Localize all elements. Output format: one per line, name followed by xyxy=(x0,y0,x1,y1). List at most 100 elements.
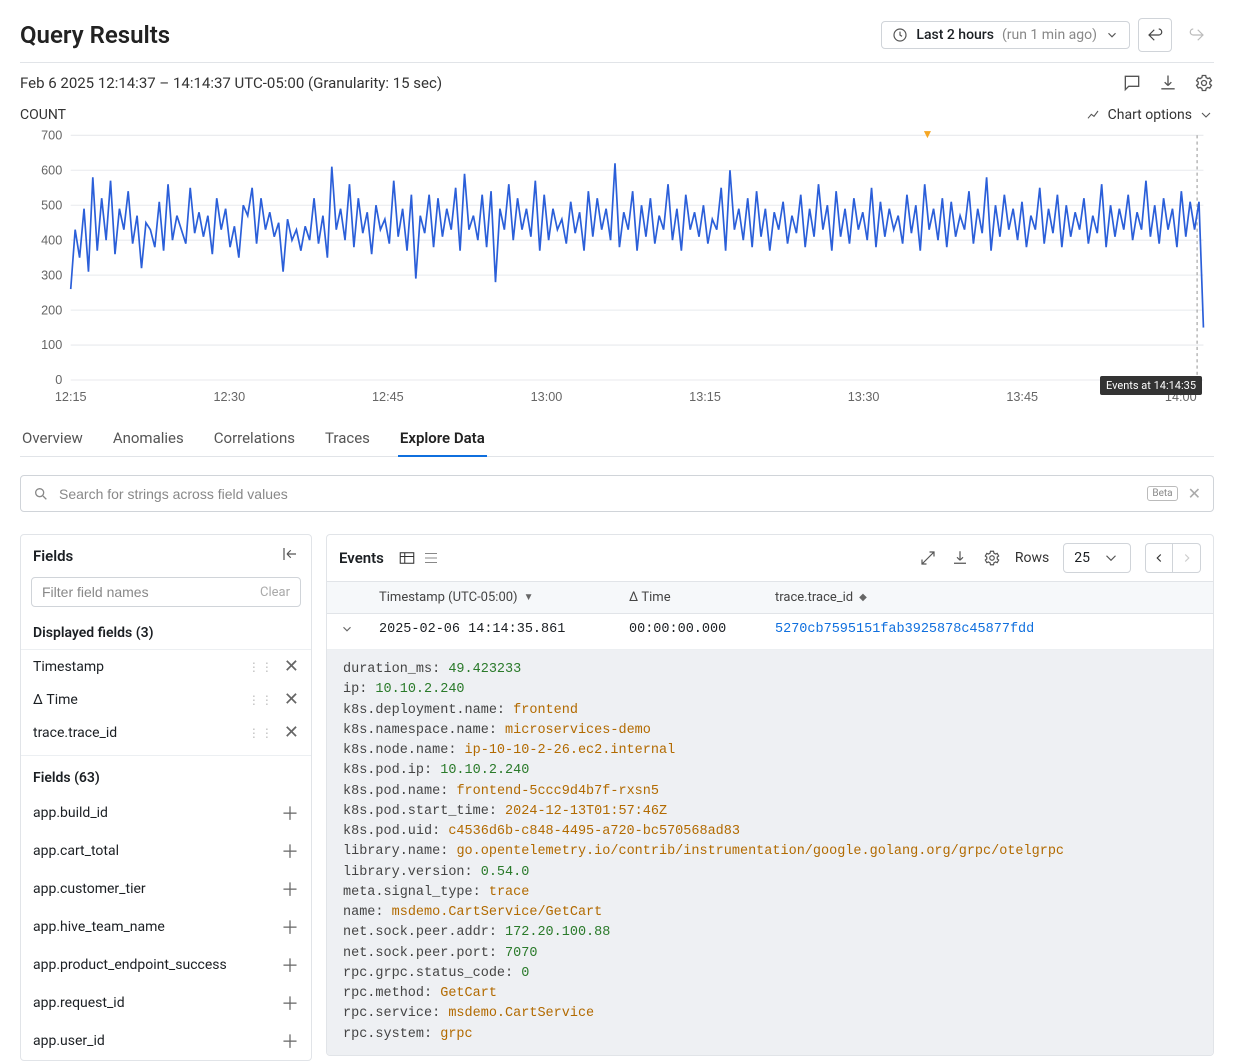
gear-icon[interactable] xyxy=(983,549,1001,567)
remove-field-button[interactable]: ✕ xyxy=(284,689,299,710)
fields-panel: Fields Clear Displayed fields (3) Timest… xyxy=(20,534,312,1061)
svg-text:12:15: 12:15 xyxy=(55,390,87,404)
remove-field-button[interactable]: ✕ xyxy=(284,722,299,743)
svg-text:13:15: 13:15 xyxy=(689,390,721,404)
tab-explore-data[interactable]: Explore Data xyxy=(398,421,487,457)
expand-icon[interactable] xyxy=(919,549,937,567)
field-row[interactable]: app.customer_tier ＋ xyxy=(21,870,311,908)
field-name: app.hive_team_name xyxy=(33,919,165,935)
remove-field-button[interactable]: ✕ xyxy=(284,656,299,677)
time-range-sub: (run 1 min ago) xyxy=(1002,27,1097,43)
chart-options-button[interactable]: Chart options xyxy=(1086,107,1214,123)
col-trace-id[interactable]: trace.trace_id ◆ xyxy=(763,582,1213,613)
field-name: trace.trace_id xyxy=(33,725,117,741)
field-row[interactable]: app.build_id ＋ xyxy=(21,794,311,832)
tab-anomalies[interactable]: Anomalies xyxy=(111,421,186,456)
field-filter-input-wrap[interactable]: Clear xyxy=(31,577,301,607)
close-icon[interactable]: ✕ xyxy=(1188,484,1201,503)
tab-traces[interactable]: Traces xyxy=(323,421,372,456)
fields-title: Fields xyxy=(33,547,73,565)
field-name: app.product_endpoint_success xyxy=(33,957,227,973)
displayed-field-row[interactable]: Timestamp ⋮⋮ ✕ xyxy=(21,650,311,683)
field-row[interactable]: app.request_id ＋ xyxy=(21,984,311,1022)
add-field-button[interactable]: ＋ xyxy=(281,1028,299,1054)
list-view-icon[interactable] xyxy=(422,549,440,567)
svg-text:13:00: 13:00 xyxy=(531,390,563,404)
add-field-button[interactable]: ＋ xyxy=(281,914,299,940)
col-delta-time[interactable]: Δ Time xyxy=(617,582,763,613)
svg-text:400: 400 xyxy=(41,233,62,247)
field-row[interactable]: app.product_endpoint_success ＋ xyxy=(21,946,311,984)
comment-icon[interactable] xyxy=(1122,73,1142,93)
chevron-down-icon xyxy=(1198,107,1214,123)
tab-correlations[interactable]: Correlations xyxy=(212,421,297,456)
beta-badge: Beta xyxy=(1147,486,1177,501)
result-tabs: Overview Anomalies Correlations Traces Explo… xyxy=(20,421,1214,457)
chevron-down-icon xyxy=(1105,28,1119,42)
divider xyxy=(20,62,1214,63)
field-filter-input[interactable] xyxy=(42,584,260,600)
svg-text:12:30: 12:30 xyxy=(213,390,245,404)
arrow-right-icon xyxy=(1188,26,1206,44)
download-icon[interactable] xyxy=(951,549,969,567)
rows-select[interactable]: 25 xyxy=(1063,543,1131,573)
add-field-button[interactable]: ＋ xyxy=(281,990,299,1016)
add-field-button[interactable]: ＋ xyxy=(281,838,299,864)
field-search-input[interactable] xyxy=(59,486,1137,502)
field-row[interactable]: app.user_id ＋ xyxy=(21,1022,311,1060)
page-title: Query Results xyxy=(20,21,170,49)
field-name: app.request_id xyxy=(33,995,125,1011)
chart-title: COUNT xyxy=(20,107,66,123)
event-timestamp: 2025-02-06 14:14:35.861 xyxy=(367,614,617,649)
add-field-button[interactable]: ＋ xyxy=(281,952,299,978)
next-page-button[interactable] xyxy=(1173,543,1201,573)
svg-text:700: 700 xyxy=(41,129,62,143)
chart-tooltip: Events at 14:14:35 xyxy=(1100,376,1202,395)
drag-handle-icon[interactable]: ⋮⋮ xyxy=(248,726,274,740)
chevron-left-icon xyxy=(1152,551,1166,565)
event-row[interactable]: 2025-02-06 14:14:35.861 00:00:00.000 527… xyxy=(327,614,1213,650)
time-range-label: Last 2 hours xyxy=(916,27,994,43)
svg-text:0: 0 xyxy=(55,373,62,387)
svg-text:200: 200 xyxy=(41,303,62,317)
add-field-button[interactable]: ＋ xyxy=(281,876,299,902)
displayed-field-row[interactable]: trace.trace_id ⋮⋮ ✕ xyxy=(21,716,311,749)
gear-icon[interactable] xyxy=(1194,73,1214,93)
event-delta: 00:00:00.000 xyxy=(617,614,763,649)
field-filter-clear[interactable]: Clear xyxy=(260,585,290,600)
tab-overview[interactable]: Overview xyxy=(20,421,85,456)
table-view-icon[interactable] xyxy=(398,549,416,567)
collapse-panel-button[interactable] xyxy=(281,545,299,567)
download-icon[interactable] xyxy=(1158,73,1178,93)
expand-row-button[interactable] xyxy=(327,614,367,649)
chart-marker: ▼ xyxy=(921,127,933,141)
event-trace-link[interactable]: 5270cb7595151fab3925878c45877fdd xyxy=(763,614,1213,649)
field-search-bar[interactable]: Beta ✕ xyxy=(20,475,1214,512)
collapse-left-icon xyxy=(281,545,299,563)
count-chart[interactable]: 010020030040050060070012:1512:3012:4513:… xyxy=(20,127,1214,407)
drag-handle-icon[interactable]: ⋮⋮ xyxy=(248,660,274,674)
svg-text:600: 600 xyxy=(41,164,62,178)
col-timestamp[interactable]: Timestamp (UTC-05:00) ▼ xyxy=(367,582,617,613)
search-icon xyxy=(33,486,49,502)
field-name: app.user_id xyxy=(33,1033,105,1049)
svg-text:12:45: 12:45 xyxy=(372,390,404,404)
undo-button[interactable] xyxy=(1138,18,1172,52)
drag-handle-icon[interactable]: ⋮⋮ xyxy=(248,693,274,707)
field-name: Timestamp xyxy=(33,659,104,675)
field-name: Δ Time xyxy=(33,692,78,708)
redo-button[interactable] xyxy=(1180,18,1214,52)
time-range-picker[interactable]: Last 2 hours (run 1 min ago) xyxy=(881,21,1130,49)
field-row[interactable]: app.cart_total ＋ xyxy=(21,832,311,870)
prev-page-button[interactable] xyxy=(1145,543,1173,573)
field-name: app.build_id xyxy=(33,805,108,821)
field-row[interactable]: app.hive_team_name ＋ xyxy=(21,908,311,946)
events-title: Events xyxy=(339,549,384,567)
line-chart-icon xyxy=(1086,107,1102,123)
svg-text:300: 300 xyxy=(41,268,62,282)
chevron-down-icon xyxy=(1102,549,1120,567)
svg-text:500: 500 xyxy=(41,198,62,212)
displayed-field-row[interactable]: Δ Time ⋮⋮ ✕ xyxy=(21,683,311,716)
events-panel: Events Rows 25 xyxy=(326,534,1214,1056)
add-field-button[interactable]: ＋ xyxy=(281,800,299,826)
